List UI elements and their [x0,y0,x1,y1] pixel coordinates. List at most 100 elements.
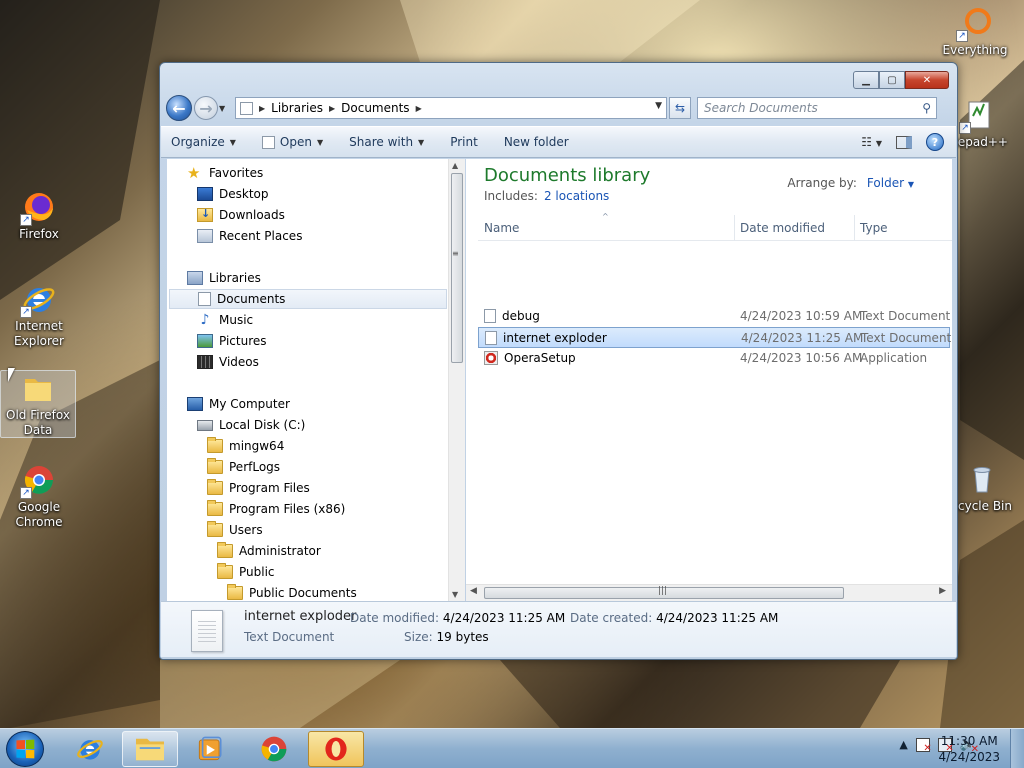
nav-folder-perflogs[interactable]: PerfLogs [207,457,280,477]
shortcut-arrow-icon: ↗ [956,30,968,42]
refresh-button[interactable]: ⇆ [669,97,691,119]
details-date-modified: Date modified: 4/24/2023 11:25 AM [350,611,565,625]
show-desktop-button[interactable] [1010,729,1024,768]
taskbar-windows-explorer[interactable] [122,731,178,767]
chrome-icon: ↗ [20,463,56,499]
file-row-selected[interactable]: internet exploder 4/24/2023 11:25 AM Tex… [478,327,951,348]
desktop-icon-everything[interactable]: ↗ Everything [937,6,1013,58]
nav-label: Program Files (x86) [229,502,346,516]
nav-folder-public[interactable]: Public [217,562,275,582]
nav-folder-users[interactable]: Users [207,520,263,540]
nav-folder-program-files-x86[interactable]: Program Files (x86) [207,499,345,519]
nav-pictures[interactable]: Pictures [197,331,267,351]
desktop-icon-recycle-bin[interactable]: cycle Bin [952,462,1012,514]
folder-icon [227,584,243,600]
nav-documents[interactable]: Documents [169,289,447,309]
details-label: Date created: [570,611,653,625]
help-icon[interactable]: ? [926,133,944,151]
details-size: Size: 19 bytes [404,630,489,644]
mouse-cursor [8,368,15,382]
search-icon[interactable]: ⚲ [922,101,931,115]
nav-libraries[interactable]: Libraries [187,268,261,288]
share-with-label: Share with [349,135,414,149]
folder-icon [207,479,223,495]
document-thumbnail-icon [191,610,223,652]
start-button[interactable] [6,731,44,767]
breadcrumb-separator-icon[interactable]: ▶ [329,104,335,113]
view-options-icon[interactable]: ☷ ▼ [861,135,882,149]
explorer-window[interactable]: ▁ ▢ ✕ ← → ▼ ▶ Libraries ▶ Documents ▶ ▼ … [159,62,958,660]
open-button[interactable]: Open ▼ [261,135,324,149]
organize-button[interactable]: Organize ▼ [171,135,236,149]
nav-folder-public-documents[interactable]: Public Documents [227,583,357,601]
search-input[interactable]: Search Documents ⚲ [697,97,937,119]
scroll-thumb[interactable] [451,173,463,363]
folder-icon [217,563,233,579]
chevron-down-icon: ▼ [316,137,324,147]
taskbar-google-chrome[interactable] [246,731,302,767]
nav-folder-mingw64[interactable]: mingw64 [207,436,284,456]
column-separator[interactable] [854,215,855,241]
nav-favorites[interactable]: ★ Favorites [187,163,263,183]
details-label: Date modified: [350,611,440,625]
preview-pane-icon[interactable] [896,135,912,149]
content-horizontal-scrollbar[interactable]: ◀ ||| ▶ [466,584,952,601]
desktop-icon-google-chrome[interactable]: ↗ Google Chrome [1,463,77,530]
file-type: Text Document [860,309,951,323]
nav-videos[interactable]: Videos [197,352,259,372]
shortcut-arrow-icon: ↗ [20,306,32,318]
column-header-name[interactable]: Name [484,221,519,235]
breadcrumb-documents[interactable]: Documents [341,101,409,115]
file-name-text: debug [502,309,540,323]
nav-folder-administrator[interactable]: Administrator [217,541,321,561]
recent-pages-dropdown[interactable]: ▼ [219,104,231,113]
column-separator[interactable] [734,215,735,241]
file-row[interactable]: debug 4/24/2023 10:59 AM Text Document [478,306,950,327]
breadcrumb-separator-icon[interactable]: ▶ [259,104,265,113]
close-button[interactable]: ✕ [905,71,949,89]
content-pane[interactable]: Documents library Includes: 2 locations A… [466,159,952,601]
desktop-icon-firefox[interactable]: ↗ Firefox [1,190,77,242]
nav-vertical-scrollbar[interactable]: ▲ ≡ ▼ [448,159,465,601]
nav-label: Music [219,313,254,327]
action-center-icon[interactable]: ✕ [915,737,932,754]
taskbar-internet-explorer[interactable] [62,731,118,767]
scroll-down-icon[interactable]: ▼ [452,590,458,599]
taskbar-opera[interactable] [308,731,364,767]
nav-desktop[interactable]: Desktop [197,184,269,204]
breadcrumb-separator-icon[interactable]: ▶ [416,104,422,113]
nav-local-disk[interactable]: Local Disk (C:) [197,415,305,435]
address-bar[interactable]: ▶ Libraries ▶ Documents ▶ ▼ [235,97,667,119]
clock[interactable]: 11:30 AM 4/24/2023 [938,733,1000,765]
nav-my-computer[interactable]: My Computer [187,394,290,414]
back-button[interactable]: ← [166,95,192,121]
desktop-icon-internet-explorer[interactable]: ↗ Internet Explorer [1,282,77,349]
print-button[interactable]: Print [450,135,478,149]
arrange-by-dropdown[interactable]: Folder ▼ [867,176,914,190]
nav-recent-places[interactable]: Recent Places [197,226,302,246]
nav-music[interactable]: ♪ Music [197,310,254,330]
locations-link[interactable]: 2 locations [544,189,609,203]
taskbar-media-player[interactable] [182,731,238,767]
new-folder-button[interactable]: New folder [504,135,569,149]
folder-icon [207,437,223,453]
navigation-pane[interactable]: ★ Favorites Desktop Downloads Recent Plac… [167,159,463,601]
column-header-date-modified[interactable]: Date modified [740,221,825,235]
share-with-button[interactable]: Share with ▼ [349,135,424,149]
scroll-right-icon[interactable]: ▶ [939,586,946,596]
chevron-down-icon: ▼ [907,180,914,189]
scroll-left-icon[interactable]: ◀ [470,586,477,596]
maximize-button[interactable]: ▢ [879,71,905,89]
forward-button[interactable]: → [194,96,218,120]
column-header-type[interactable]: Type [860,221,888,235]
scroll-up-icon[interactable]: ▲ [452,161,458,170]
show-hidden-icons-icon[interactable]: ▲ [899,738,907,751]
minimize-button[interactable]: ▁ [853,71,879,89]
nav-downloads[interactable]: Downloads [197,205,285,225]
breadcrumb-libraries[interactable]: Libraries [271,101,323,115]
address-dropdown-icon[interactable]: ▼ [655,101,662,111]
pictures-icon [197,334,213,348]
nav-folder-program-files[interactable]: Program Files [207,478,310,498]
file-type: Application [860,351,928,365]
file-row[interactable]: OperaSetup 4/24/2023 10:56 AM Applicatio… [478,348,950,369]
